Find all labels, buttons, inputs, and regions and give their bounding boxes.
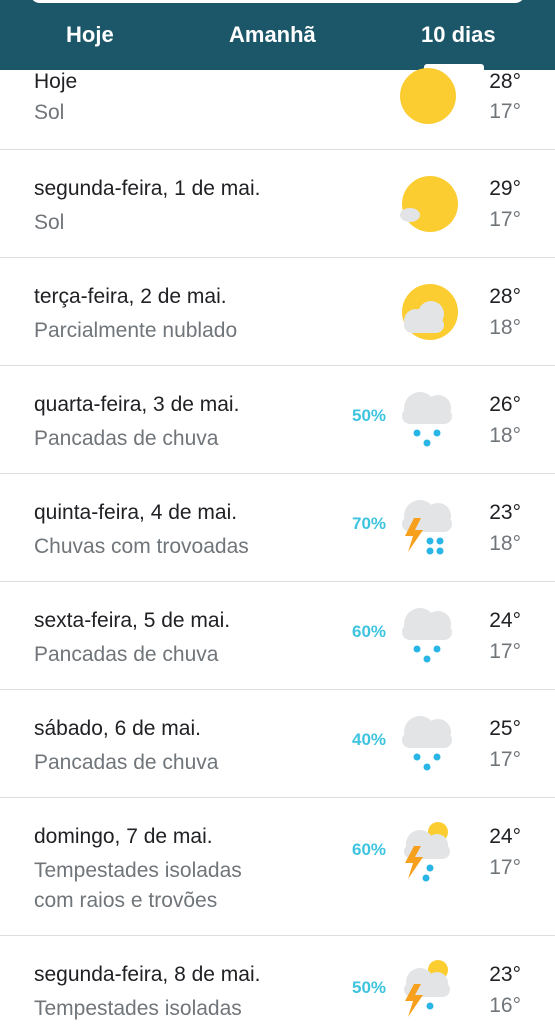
high-temp: 23°	[489, 963, 521, 986]
low-temp: 18°	[489, 532, 521, 555]
condition-label: Pancadas de chuva	[34, 643, 219, 666]
day-label: quinta-feira, 4 de mai.	[34, 501, 238, 524]
day-label: quarta-feira, 3 de mai.	[34, 393, 240, 416]
rain-icon	[402, 608, 452, 663]
high-temp: 23°	[489, 501, 521, 524]
thunderstorm-icon	[402, 500, 452, 555]
forecast-row[interactable]: segunda-feira, 1 de mai. Sol 29° 17°	[0, 150, 555, 258]
precip-chance: 60%	[352, 840, 387, 859]
low-temp: 16°	[489, 994, 521, 1017]
top-app-bar: Hoje Amanhã 10 dias	[0, 0, 555, 70]
low-temp: 18°	[489, 316, 521, 339]
rain-icon	[402, 716, 452, 771]
day-label: terça-feira, 2 de mai.	[34, 285, 227, 308]
precip-chance: 40%	[352, 730, 387, 749]
forecast-row[interactable]: quinta-feira, 4 de mai. Chuvas com trovo…	[0, 474, 555, 582]
isolated-storm-icon	[404, 822, 450, 882]
forecast-row[interactable]: quarta-feira, 3 de mai. Pancadas de chuv…	[0, 366, 555, 474]
condition-label: Tempestades isoladas	[34, 859, 242, 882]
precip-chance: 70%	[352, 514, 387, 533]
sun-icon	[400, 176, 458, 232]
high-temp: 25°	[489, 717, 521, 740]
forecast-row[interactable]: terça-feira, 2 de mai. Parcialmente nubl…	[0, 258, 555, 366]
day-label: segunda-feira, 8 de mai.	[34, 963, 261, 986]
forecast-row[interactable]: domingo, 7 de mai. Tempestades isoladas …	[0, 798, 555, 936]
precip-chance: 50%	[352, 406, 387, 425]
tab-today[interactable]: Hoje	[66, 22, 114, 48]
high-temp: 24°	[489, 825, 521, 848]
partly-cloudy-icon	[402, 284, 458, 340]
condition-label: Chuvas com trovoadas	[34, 535, 249, 558]
tab-10-days[interactable]: 10 dias	[421, 22, 496, 48]
high-temp: 26°	[489, 393, 521, 416]
day-label: sexta-feira, 5 de mai.	[34, 609, 231, 632]
tab-tomorrow[interactable]: Amanhã	[229, 22, 316, 48]
forecast-row[interactable]: sábado, 6 de mai. Pancadas de chuva 40% …	[0, 690, 555, 798]
forecast-row[interactable]: segunda-feira, 8 de mai. Tempestades iso…	[0, 936, 555, 1026]
high-temp: 28°	[489, 285, 521, 308]
low-temp: 17°	[489, 100, 521, 123]
day-label: Hoje	[34, 70, 78, 93]
rain-icon	[402, 392, 452, 447]
precip-chance: 60%	[352, 622, 387, 641]
low-temp: 17°	[489, 748, 521, 771]
condition-label: Sol	[34, 101, 65, 124]
low-temp: 17°	[489, 856, 521, 879]
condition-label: Pancadas de chuva	[34, 751, 219, 774]
sun-icon	[400, 68, 456, 124]
low-temp: 18°	[489, 424, 521, 447]
day-label: domingo, 7 de mai.	[34, 825, 213, 848]
condition-label: Pancadas de chuva	[34, 427, 219, 450]
forecast-row[interactable]: sexta-feira, 5 de mai. Pancadas de chuva…	[0, 582, 555, 690]
day-label: sábado, 6 de mai.	[34, 717, 201, 740]
condition-label: Sol	[34, 211, 65, 234]
high-temp: 29°	[489, 177, 521, 200]
low-temp: 17°	[489, 208, 521, 231]
condition-label-line2: com raios e trovões	[34, 889, 218, 912]
day-label: segunda-feira, 1 de mai.	[34, 177, 261, 200]
condition-label: Parcialmente nublado	[34, 319, 238, 342]
precip-chance: 50%	[352, 978, 387, 997]
high-temp: 24°	[489, 609, 521, 632]
low-temp: 17°	[489, 640, 521, 663]
isolated-storm-icon	[404, 960, 450, 1017]
high-temp: 28°	[489, 70, 521, 93]
condition-label: Tempestades isoladas	[34, 997, 242, 1020]
search-bar-edge[interactable]	[30, 0, 525, 3]
forecast-row[interactable]: Hoje Sol 28° 17°	[0, 68, 555, 150]
